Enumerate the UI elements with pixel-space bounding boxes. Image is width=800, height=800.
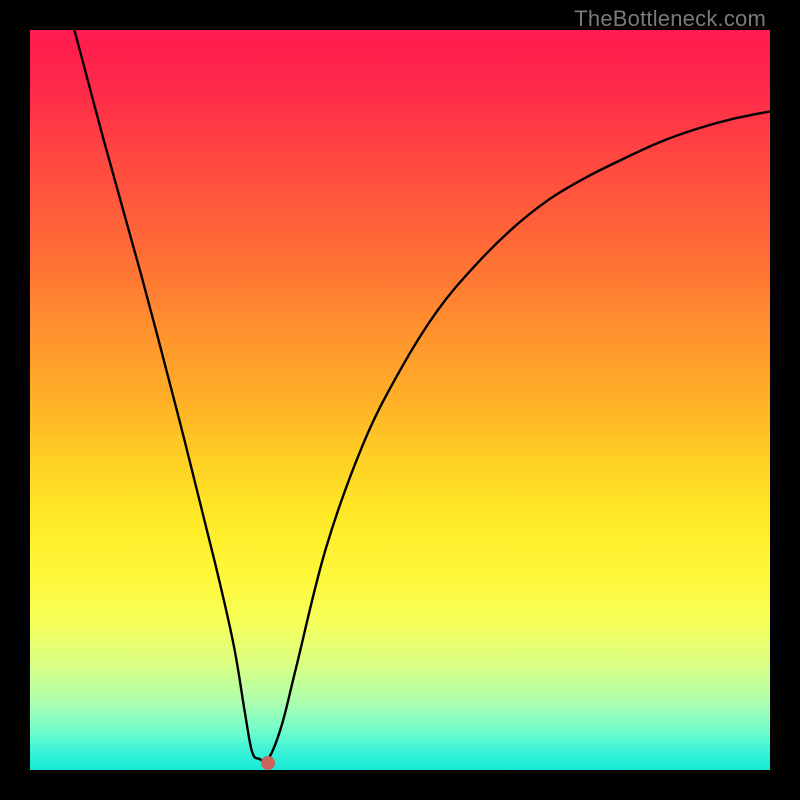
minimum-marker <box>261 756 275 770</box>
watermark-text: TheBottleneck.com <box>574 6 766 32</box>
plot-area <box>30 30 770 770</box>
chart-frame: TheBottleneck.com <box>0 0 800 800</box>
bottleneck-curve <box>30 30 770 770</box>
curve-path <box>74 30 770 762</box>
